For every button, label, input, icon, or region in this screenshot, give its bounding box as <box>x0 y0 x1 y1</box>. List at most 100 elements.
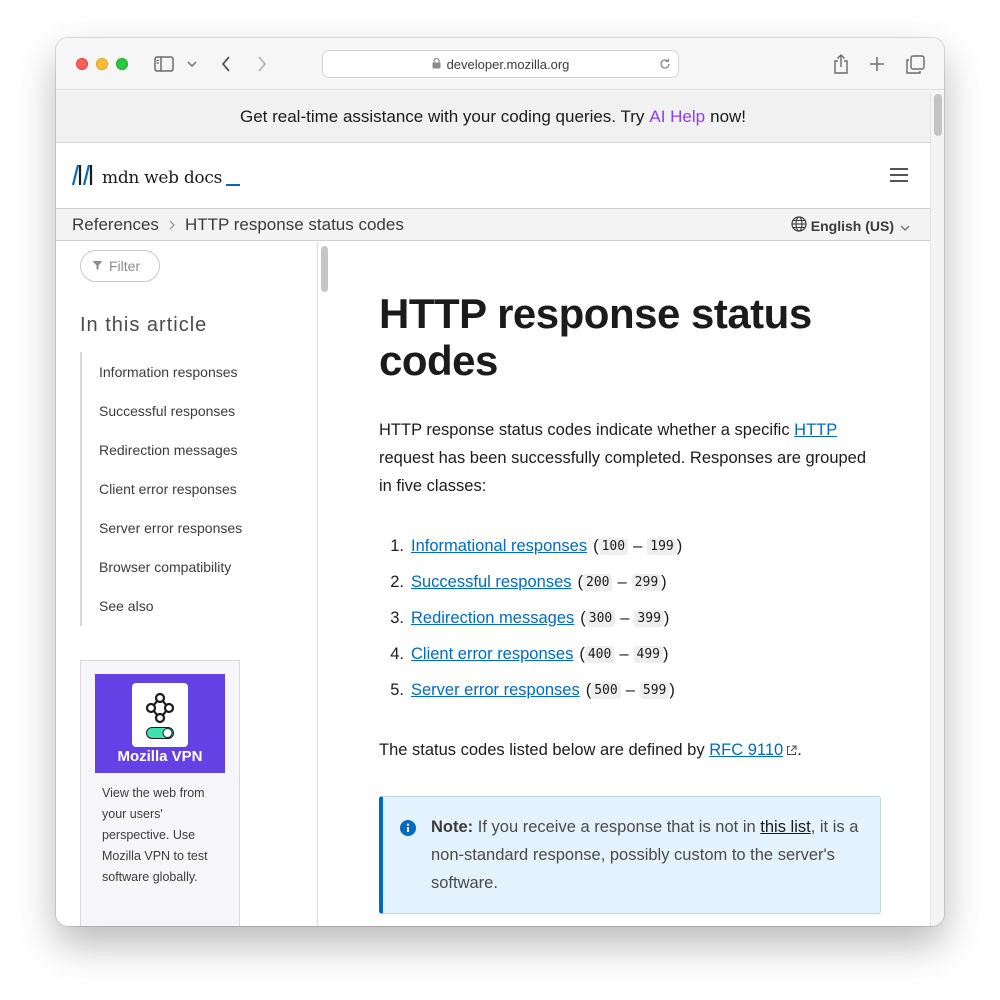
page-title: HTTP response status codes <box>379 290 812 384</box>
breadcrumb-references[interactable]: References <box>72 215 159 235</box>
back-icon[interactable] <box>216 52 236 76</box>
list-item: 3. Redirection messages ( 300 – 399 ) <box>379 604 669 632</box>
range-from: 400 <box>584 645 615 663</box>
tab-overview-icon[interactable] <box>904 52 926 76</box>
promo-name: Mozilla VPN <box>117 748 203 765</box>
intro-text-end: request has been successfully completed.… <box>379 449 867 495</box>
chevron-down-icon <box>900 218 910 234</box>
language-selector[interactable]: English (US) <box>791 216 910 235</box>
breadcrumb-current[interactable]: HTTP response status codes <box>185 215 404 235</box>
toc-title: In this article <box>80 314 208 336</box>
list-number: 5. <box>390 680 404 699</box>
range-from: 100 <box>598 537 629 555</box>
rfc-text-end: . <box>797 741 802 759</box>
menu-icon[interactable] <box>890 168 908 187</box>
browser-window: developer.mozilla.org Get real-time assi… <box>56 38 944 926</box>
toc-item-server-error-responses[interactable]: Server error responses <box>99 520 242 536</box>
server-error-responses-link[interactable]: Server error responses <box>411 681 580 700</box>
toc-item-information-responses[interactable]: Information responses <box>99 364 238 380</box>
url-text: developer.mozilla.org <box>446 56 570 72</box>
list-item: 5. Server error responses ( 500 – 599 ) <box>379 676 675 704</box>
logo-underscore <box>226 183 241 186</box>
toc-list: Information responses Successful respons… <box>80 352 280 626</box>
mozilla-vpn-ad[interactable]: Mozilla VPN View the web from your users… <box>80 660 240 926</box>
filter-icon <box>92 258 109 274</box>
http-link[interactable]: HTTP <box>794 421 837 439</box>
list-number: 2. <box>390 572 404 591</box>
page-scroll-thumb[interactable] <box>934 94 942 136</box>
chevron-down-icon[interactable] <box>184 52 200 76</box>
range-to: 399 <box>634 609 664 627</box>
range-to: 199 <box>647 537 677 555</box>
share-icon[interactable] <box>830 52 852 76</box>
range-from: 500 <box>591 681 621 699</box>
range-close: ) <box>669 680 675 699</box>
sidebar: Filter In this article Information respo… <box>56 242 318 926</box>
list-item: 2. Successful responses ( 200 – 299 ) <box>379 568 667 596</box>
toc-item-redirection-messages[interactable]: Redirection messages <box>99 442 238 458</box>
range-open: ( <box>593 536 599 555</box>
list-number: 3. <box>390 608 404 627</box>
info-icon <box>400 820 416 841</box>
intro-text: HTTP response status codes indicate whet… <box>379 421 790 439</box>
range-open: ( <box>580 608 586 627</box>
globe-icon <box>791 216 807 235</box>
range-dash: – <box>619 644 629 663</box>
note-callout: Note: If you receive a response that is … <box>379 796 881 914</box>
range-close: ) <box>676 536 683 555</box>
forward-icon[interactable] <box>252 52 272 76</box>
promo-text: View the web from your users' perspectiv… <box>102 786 208 884</box>
zoom-window-button[interactable] <box>116 58 128 70</box>
range-dash: – <box>617 572 627 591</box>
mdn-logo[interactable]: mdn web docs <box>71 164 241 191</box>
mozilla-vpn-image: Mozilla VPN <box>95 674 225 773</box>
successful-responses-link[interactable]: Successful responses <box>411 573 572 592</box>
minimize-window-button[interactable] <box>96 58 108 70</box>
new-tab-icon[interactable] <box>866 52 888 76</box>
note-text: Note: If you receive a response that is … <box>431 813 871 897</box>
client-error-responses-link[interactable]: Client error responses <box>411 645 573 664</box>
range-from: 200 <box>583 573 613 591</box>
filter-placeholder: Filter <box>109 258 141 274</box>
toc-item-browser-compatibility[interactable]: Browser compatibility <box>99 559 231 575</box>
sidebar-scrollbar[interactable] <box>319 242 331 926</box>
page-content: Get real-time assistance with your codin… <box>56 91 930 926</box>
this-list-link[interactable]: this list <box>760 818 810 836</box>
range-to: 299 <box>631 573 662 591</box>
ai-help-banner: Get real-time assistance with your codin… <box>56 91 930 143</box>
banner-text: Get real-time assistance with your codin… <box>239 106 645 126</box>
breadcrumb-separator-icon <box>169 217 175 233</box>
address-bar[interactable]: developer.mozilla.org <box>322 50 679 78</box>
toc-item-client-error-responses[interactable]: Client error responses <box>99 481 237 497</box>
note-body: If you receive a response that is not in <box>477 818 756 836</box>
list-number: 1. <box>390 536 404 555</box>
list-number: 4. <box>390 644 404 663</box>
browser-toolbar: developer.mozilla.org <box>56 38 944 90</box>
page-scrollbar[interactable] <box>930 91 944 926</box>
range-close: ) <box>663 608 670 627</box>
list-item: 1. Informational responses ( 100 – 199 ) <box>379 532 682 560</box>
filter-input[interactable]: Filter <box>80 250 160 282</box>
range-to: 499 <box>633 645 663 663</box>
banner-text-end: now! <box>710 106 747 126</box>
range-dash: – <box>633 536 643 555</box>
reload-icon[interactable] <box>658 57 672 74</box>
close-window-button[interactable] <box>76 58 88 70</box>
range-to: 599 <box>639 681 670 699</box>
ai-help-link[interactable]: AI Help <box>649 107 705 127</box>
external-link-icon <box>786 737 797 765</box>
range-dash: – <box>625 680 635 699</box>
rfc-9110-link[interactable]: RFC 9110 <box>709 741 783 759</box>
sidebar-toggle-icon[interactable] <box>152 52 176 76</box>
redirection-messages-link[interactable]: Redirection messages <box>411 609 574 628</box>
language-label: English (US) <box>810 217 894 234</box>
article: HTTP response status codes HTTP response… <box>379 242 889 926</box>
sidebar-scroll-thumb[interactable] <box>321 246 328 292</box>
logo-text: mdn web docs <box>102 167 223 188</box>
toc-item-see-also[interactable]: See also <box>99 598 153 614</box>
toc-item-successful-responses[interactable]: Successful responses <box>99 403 235 419</box>
informational-responses-link[interactable]: Informational responses <box>411 537 587 556</box>
intro-paragraph: HTTP response status codes indicate whet… <box>379 416 869 500</box>
range-from: 300 <box>585 609 616 627</box>
mdn-logo-icon <box>71 164 96 191</box>
